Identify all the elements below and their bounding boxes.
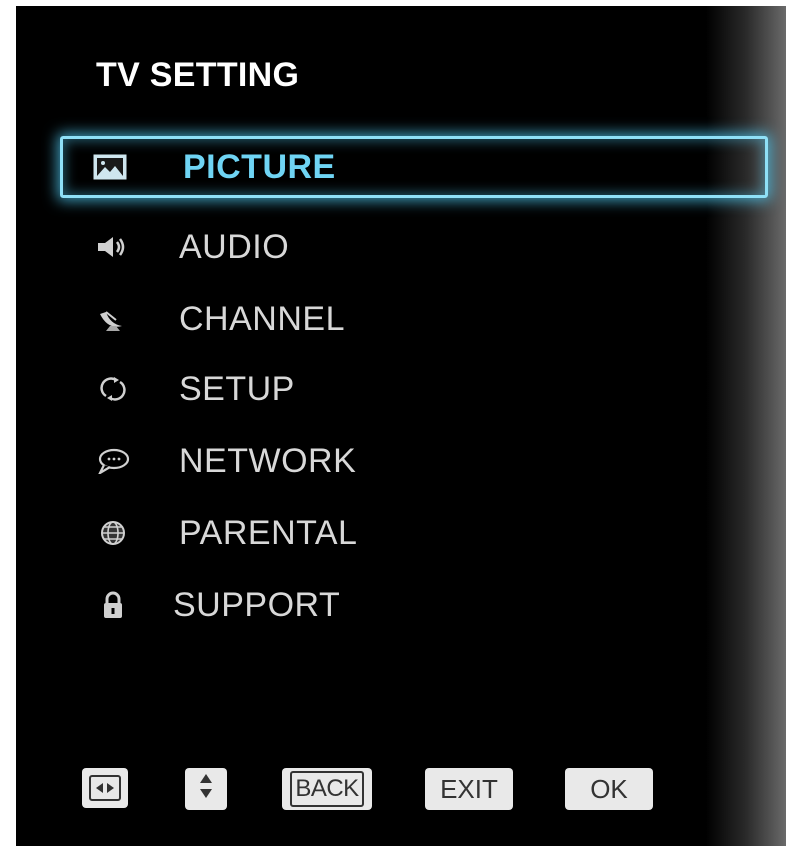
menu-item-label: NETWORK — [179, 441, 357, 480]
speaker-icon — [96, 232, 130, 262]
menu-item-label: SETUP — [179, 369, 295, 408]
menu-item-label: PICTURE — [183, 147, 336, 186]
tv-screen: TV SETTING PICTURE AUDIO CHANNEL SETUP N… — [16, 6, 786, 846]
menu-item-channel[interactable]: CHANNEL — [60, 289, 770, 349]
menu-item-label: CHANNEL — [179, 299, 345, 338]
ok-key-label: OK — [590, 773, 628, 804]
exit-key-label: EXIT — [440, 773, 498, 804]
menu-item-network[interactable]: NETWORK — [60, 431, 770, 491]
page-title: TV SETTING — [96, 56, 300, 94]
left-right-key[interactable] — [82, 768, 128, 808]
back-key-label: BACK — [290, 771, 364, 807]
menu-item-label: SUPPORT — [173, 585, 341, 624]
back-key[interactable]: BACK — [282, 768, 372, 810]
picture-icon — [93, 152, 127, 182]
menu-item-picture[interactable]: PICTURE — [60, 136, 768, 198]
menu-item-label: PARENTAL — [179, 513, 358, 552]
menu-item-support[interactable]: SUPPORT — [60, 575, 770, 635]
menu-item-audio[interactable]: AUDIO — [60, 217, 770, 277]
menu-item-setup[interactable]: SETUP — [60, 359, 770, 419]
left-right-arrows-icon — [89, 775, 121, 801]
speech-bubble-icon — [96, 446, 130, 476]
ok-key[interactable]: OK — [565, 768, 653, 810]
menu-item-label: AUDIO — [179, 227, 290, 266]
menu-item-parental[interactable]: PARENTAL — [60, 503, 770, 563]
up-down-key[interactable] — [185, 768, 227, 810]
refresh-icon — [96, 374, 130, 404]
lock-icon — [96, 590, 130, 620]
exit-key[interactable]: EXIT — [425, 768, 513, 810]
up-down-arrows-icon — [197, 771, 215, 808]
globe-icon — [96, 518, 130, 548]
satellite-dish-icon — [96, 304, 130, 334]
